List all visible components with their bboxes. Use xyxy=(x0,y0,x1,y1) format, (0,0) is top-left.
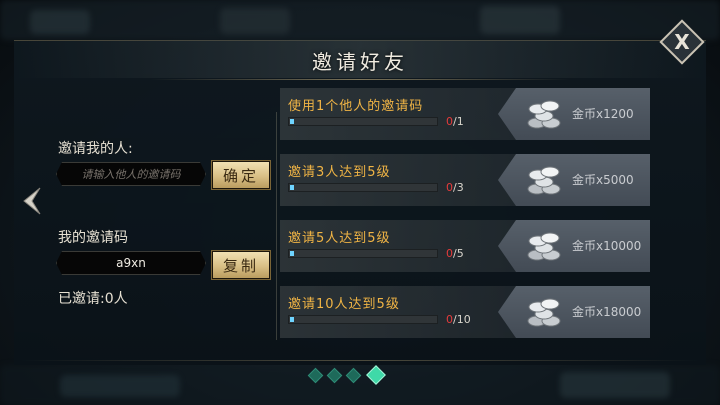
my-code-value: a9xn xyxy=(56,251,206,275)
title-divider xyxy=(150,79,570,80)
task-progress-count: 0/10 xyxy=(446,313,471,326)
invited-count: 已邀请:0人 xyxy=(58,291,128,307)
task-progress-fill xyxy=(290,185,294,190)
task-name: 邀请10人达到5级 xyxy=(288,297,400,312)
task-progress-current: 0 xyxy=(446,313,453,326)
column-divider xyxy=(276,112,277,340)
task-progress-total: /3 xyxy=(453,181,464,194)
task-progress-bar xyxy=(288,117,438,126)
footer-divider xyxy=(20,360,700,361)
task-progress-fill xyxy=(290,317,294,322)
task-name: 使用1个他人的邀请码 xyxy=(288,99,424,114)
reward-amount: 金币x1200 xyxy=(572,107,634,121)
task-progress-count: 0/5 xyxy=(446,247,464,260)
inviter-code-input[interactable] xyxy=(57,164,205,186)
task-progress-fill xyxy=(290,119,294,124)
task-progress-bar xyxy=(288,249,438,258)
reward-amount: 金币x18000 xyxy=(572,305,642,319)
task-progress-bar xyxy=(288,183,438,192)
inviter-code-field[interactable] xyxy=(56,162,206,186)
reward-badge[interactable]: 金币x10000 xyxy=(498,220,650,272)
task-progress-current: 0 xyxy=(446,247,453,260)
task-name: 邀请3人达到5级 xyxy=(288,165,391,180)
page-dot[interactable] xyxy=(326,367,343,383)
task-progress-fill xyxy=(290,251,294,256)
task-progress-count: 0/1 xyxy=(446,115,464,128)
silver-coins-icon xyxy=(527,100,561,129)
reward-badge[interactable]: 金币x1200 xyxy=(498,88,650,140)
task-name: 邀请5人达到5级 xyxy=(288,231,391,246)
task-progress-bar xyxy=(288,315,438,324)
silver-coins-icon xyxy=(527,166,561,195)
task-progress-total: /10 xyxy=(453,313,471,326)
task-progress-current: 0 xyxy=(446,115,453,128)
task-progress-total: /5 xyxy=(453,247,464,260)
chevron-left-icon[interactable] xyxy=(20,186,42,216)
silver-coins-icon xyxy=(527,232,561,261)
close-icon: X xyxy=(674,30,690,54)
reward-amount: 金币x10000 xyxy=(572,239,642,253)
reward-badge[interactable]: 金币x18000 xyxy=(498,286,650,338)
task-progress-total: /1 xyxy=(453,115,464,128)
reward-badge[interactable]: 金币x5000 xyxy=(498,154,650,206)
reward-amount: 金币x5000 xyxy=(572,173,634,187)
page-dot-active[interactable] xyxy=(366,365,386,385)
confirm-button[interactable]: 确定 xyxy=(211,160,271,190)
page-indicator xyxy=(307,365,386,385)
page-title: 邀请好友 xyxy=(312,50,408,74)
page-dot[interactable] xyxy=(345,367,362,383)
inviter-label: 邀请我的人: xyxy=(58,141,133,157)
page-dot[interactable] xyxy=(307,367,324,383)
copy-button[interactable]: 复制 xyxy=(211,250,271,280)
task-progress-current: 0 xyxy=(446,181,453,194)
silver-coins-icon xyxy=(527,298,561,327)
my-code-label: 我的邀请码 xyxy=(58,230,128,246)
task-progress-count: 0/3 xyxy=(446,181,464,194)
